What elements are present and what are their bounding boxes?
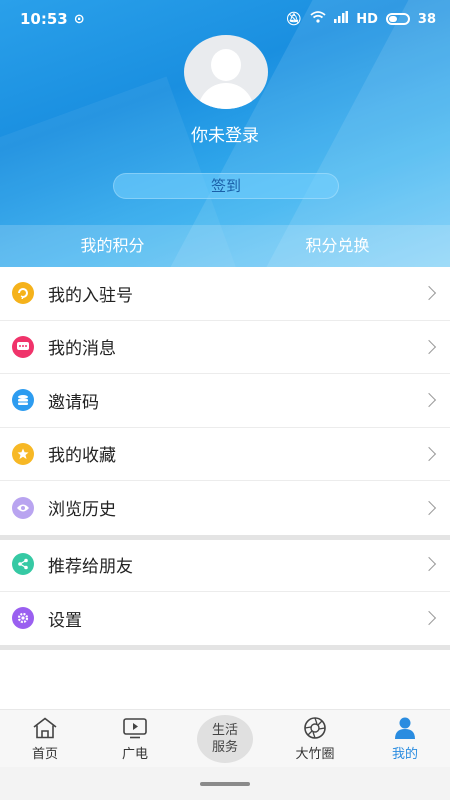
menu-group-secondary: 推荐给朋友 设置 xyxy=(0,538,450,645)
menu-item-history[interactable]: 浏览历史 xyxy=(0,481,450,535)
share-icon xyxy=(12,553,34,576)
invite-code-icon xyxy=(12,389,34,412)
chevron-right-icon xyxy=(421,557,437,572)
gear-icon xyxy=(12,607,34,630)
status-time: 10:53 xyxy=(20,10,68,28)
chevron-right-icon xyxy=(421,339,437,354)
menu-item-favorites[interactable]: 我的收藏 xyxy=(0,428,450,481)
life-services-button[interactable]: 生活 服务 xyxy=(197,714,253,763)
menu-item-share[interactable]: 推荐给朋友 xyxy=(0,538,450,592)
menu-item-settled-account[interactable]: 我的入驻号 xyxy=(0,267,450,321)
menu-item-messages[interactable]: 我的消息 xyxy=(0,321,450,374)
menu-item-label: 浏览历史 xyxy=(48,500,116,521)
menu-item-label: 我的消息 xyxy=(48,339,116,360)
signin-button[interactable]: 签到 xyxy=(113,173,339,199)
settle-account-icon xyxy=(12,282,34,305)
points-bar: 我的积分 积分兑换 xyxy=(0,225,450,267)
avatar-head xyxy=(211,49,241,81)
mute-icon: 🔕︎ xyxy=(285,11,303,27)
tab-mine[interactable]: 我的 xyxy=(360,710,450,767)
tab-label: 广电 xyxy=(121,746,148,762)
wifi-icon xyxy=(310,11,326,27)
bottom-tab-bar: 首页 广电 生活 服务 大竹圈 我的 xyxy=(0,709,450,767)
life-services-label-2: 服务 xyxy=(211,739,238,755)
redeem-points-button[interactable]: 积分兑换 xyxy=(225,225,450,267)
system-navigation-bar xyxy=(0,767,450,800)
star-icon xyxy=(12,442,34,465)
section-divider xyxy=(0,645,450,650)
menu-item-label: 设置 xyxy=(48,610,82,631)
menu-item-invite-code[interactable]: 邀请码 xyxy=(0,374,450,428)
menu-item-label: 推荐给朋友 xyxy=(48,556,133,577)
menu-group-primary: 我的入驻号 我的消息 邀请码 我的收藏 浏览历史 xyxy=(0,267,450,540)
menu-item-label: 我的入驻号 xyxy=(48,285,133,306)
tab-broadcast[interactable]: 广电 xyxy=(90,710,180,767)
tab-dazhu-circle[interactable]: 大竹圈 xyxy=(270,710,360,767)
chevron-right-icon xyxy=(421,393,437,408)
chevron-right-icon xyxy=(421,611,437,626)
battery-icon xyxy=(385,13,410,25)
tab-label: 大竹圈 xyxy=(295,746,335,762)
sync-status-icon: ⊙ xyxy=(73,11,85,27)
my-points-button[interactable]: 我的积分 xyxy=(0,225,225,267)
battery-level: 38 xyxy=(417,11,436,27)
life-services-label-1: 生活 xyxy=(211,722,238,738)
menu-item-settings[interactable]: 设置 xyxy=(0,592,450,646)
avatar-body xyxy=(198,83,254,109)
status-bar: 10:53 ⊙ 🔕︎ HD 38 xyxy=(0,0,450,38)
tab-label: 首页 xyxy=(31,746,58,762)
login-prompt[interactable]: 你未登录 xyxy=(0,121,450,146)
menu-item-label: 邀请码 xyxy=(48,392,99,413)
menu-item-label: 我的收藏 xyxy=(48,446,116,467)
chevron-right-icon xyxy=(421,446,437,461)
user-icon xyxy=(393,716,417,740)
chevron-right-icon xyxy=(421,500,437,515)
hd-icon: HD xyxy=(356,11,378,27)
tab-home[interactable]: 首页 xyxy=(0,710,90,767)
aperture-icon xyxy=(303,716,327,740)
tab-life-services[interactable]: 生活 服务 xyxy=(180,710,270,767)
chevron-right-icon xyxy=(421,286,437,301)
message-icon xyxy=(12,335,34,358)
signal-icon xyxy=(334,11,349,27)
tab-label: 我的 xyxy=(391,746,418,762)
home-icon xyxy=(32,716,58,740)
tv-icon xyxy=(122,716,148,740)
avatar[interactable] xyxy=(184,35,268,109)
profile-header: 10:53 ⊙ 🔕︎ HD 38 你未登录 签到 我的积分 积分兑换 xyxy=(0,0,450,267)
eye-icon xyxy=(12,496,34,519)
home-gesture-handle[interactable] xyxy=(200,782,250,786)
